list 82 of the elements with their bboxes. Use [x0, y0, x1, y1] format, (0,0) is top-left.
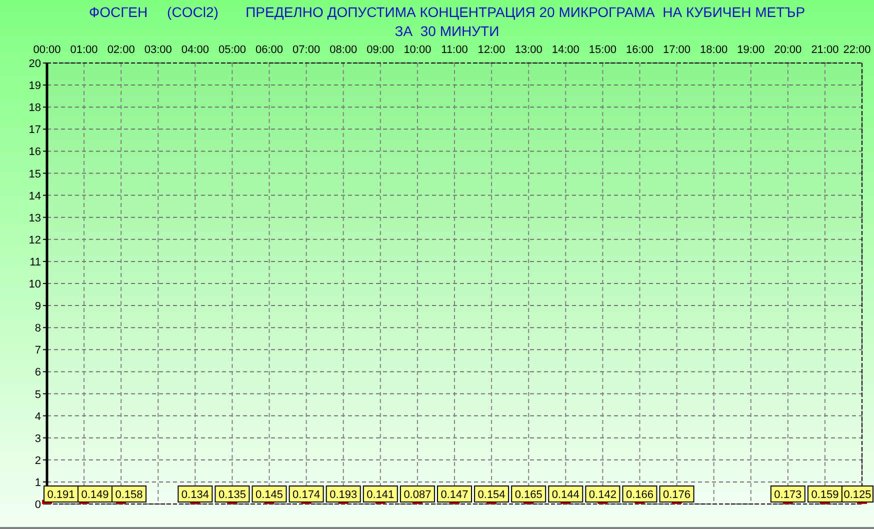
tick-label: 15:00 — [588, 44, 616, 56]
tick-label: 08:00 — [330, 44, 358, 56]
data-label: 0.159 — [807, 486, 842, 502]
data-label: 0.087 — [400, 486, 435, 502]
tick-label: 19 — [28, 80, 41, 92]
tick-label: 01:00 — [70, 44, 98, 56]
data-label: 0.135 — [218, 489, 246, 501]
data-label: 0.174 — [292, 489, 320, 501]
tick-label: 3 — [34, 432, 41, 445]
tick-label: 9 — [34, 300, 41, 313]
tick-label: 12:00 — [478, 44, 506, 56]
data-label: 0.191 — [47, 489, 75, 501]
tick-label: 03:00 — [144, 44, 172, 56]
data-label: 0.176 — [663, 489, 691, 501]
tick-label: 13:00 — [514, 44, 542, 56]
data-label: 0.159 — [811, 489, 839, 501]
tick-label: 5 — [34, 388, 41, 401]
data-label: 0.141 — [362, 486, 398, 502]
tick-label: 22:00 — [843, 44, 871, 56]
tick-label: 00:00 — [33, 44, 61, 56]
data-label: 0.147 — [437, 486, 472, 502]
tick-label: 19:00 — [737, 44, 765, 56]
data-label: 0.176 — [659, 486, 694, 502]
tick-label: 11 — [30, 256, 41, 268]
tick-label: 09:00 — [366, 44, 394, 56]
tick-label: 14 — [28, 190, 41, 202]
tick-label: 1 — [34, 476, 41, 489]
data-label: 0.144 — [552, 489, 580, 501]
data-label: 0.142 — [585, 486, 620, 502]
tick-label: 18 — [28, 102, 41, 114]
data-label: 0.174 — [288, 486, 324, 502]
data-label: 0.147 — [440, 489, 468, 501]
tick-label: 18:00 — [700, 44, 728, 56]
data-label: 0.158 — [115, 489, 143, 501]
tick-label: 21:00 — [811, 44, 839, 56]
tick-label: 07:00 — [292, 44, 320, 56]
tick-label: 13 — [28, 212, 41, 224]
data-label: 0.191 — [44, 486, 78, 502]
data-label: 0.158 — [112, 486, 146, 502]
tick-label: 20 — [28, 58, 41, 70]
data-label: 0.145 — [256, 489, 284, 501]
data-label: 0.142 — [588, 489, 616, 501]
data-label: 0.154 — [474, 486, 510, 502]
tick-label: 6 — [34, 366, 41, 379]
tick-label: 20:00 — [774, 44, 802, 56]
tick-label: 11:00 — [441, 44, 468, 56]
data-label: 0.154 — [478, 489, 506, 501]
tick-label: 10:00 — [404, 44, 432, 56]
data-label: 0.149 — [78, 486, 112, 502]
tick-label: 04:00 — [181, 44, 209, 56]
tick-label: 17 — [28, 124, 41, 136]
data-label: 0.144 — [548, 486, 584, 502]
tick-label: 12 — [28, 234, 41, 246]
data-label: 0.173 — [774, 489, 802, 501]
data-label: 0.149 — [81, 489, 109, 501]
chart-title: ФОСГЕН (COCl2) ПРЕДЕЛНО ДОПУСТИМА КОНЦЕНТРАЦИЯ 20 МИКРОГРАМА НА КУБИЧЕН МЕТЪР ЗА 30 МИНУТИ — [88, 3, 806, 41]
tick-label: 15 — [28, 168, 41, 180]
data-label: 0.193 — [326, 486, 361, 502]
tick-label: 4 — [34, 410, 41, 423]
data-label: 0.165 — [511, 486, 546, 502]
tick-label: 0 — [34, 499, 41, 511]
tick-label: 8 — [34, 322, 41, 335]
data-label: 0.173 — [770, 486, 806, 502]
tick-label: 10 — [28, 278, 41, 290]
tick-label: 14:00 — [552, 44, 580, 56]
tick-label: 16:00 — [626, 44, 654, 56]
data-label: 0.166 — [626, 489, 654, 501]
tick-label: 02:00 — [107, 44, 135, 56]
tick-label: 7 — [34, 344, 41, 357]
data-label: 0.165 — [514, 489, 542, 501]
tick-label: 06:00 — [256, 44, 284, 56]
tick-label: 2 — [34, 454, 41, 467]
data-label: 0.125 — [844, 489, 872, 501]
data-label: 0.145 — [252, 486, 287, 502]
tick-label: 16 — [28, 146, 41, 158]
tick-label: 05:00 — [218, 44, 246, 56]
tick-label: 17:00 — [663, 44, 691, 56]
data-label: 0.141 — [366, 489, 394, 501]
data-label: 0.193 — [330, 489, 358, 501]
data-label: 0.134 — [181, 489, 209, 501]
data-label: 0.166 — [622, 486, 658, 502]
data-label: 0.087 — [404, 489, 432, 501]
